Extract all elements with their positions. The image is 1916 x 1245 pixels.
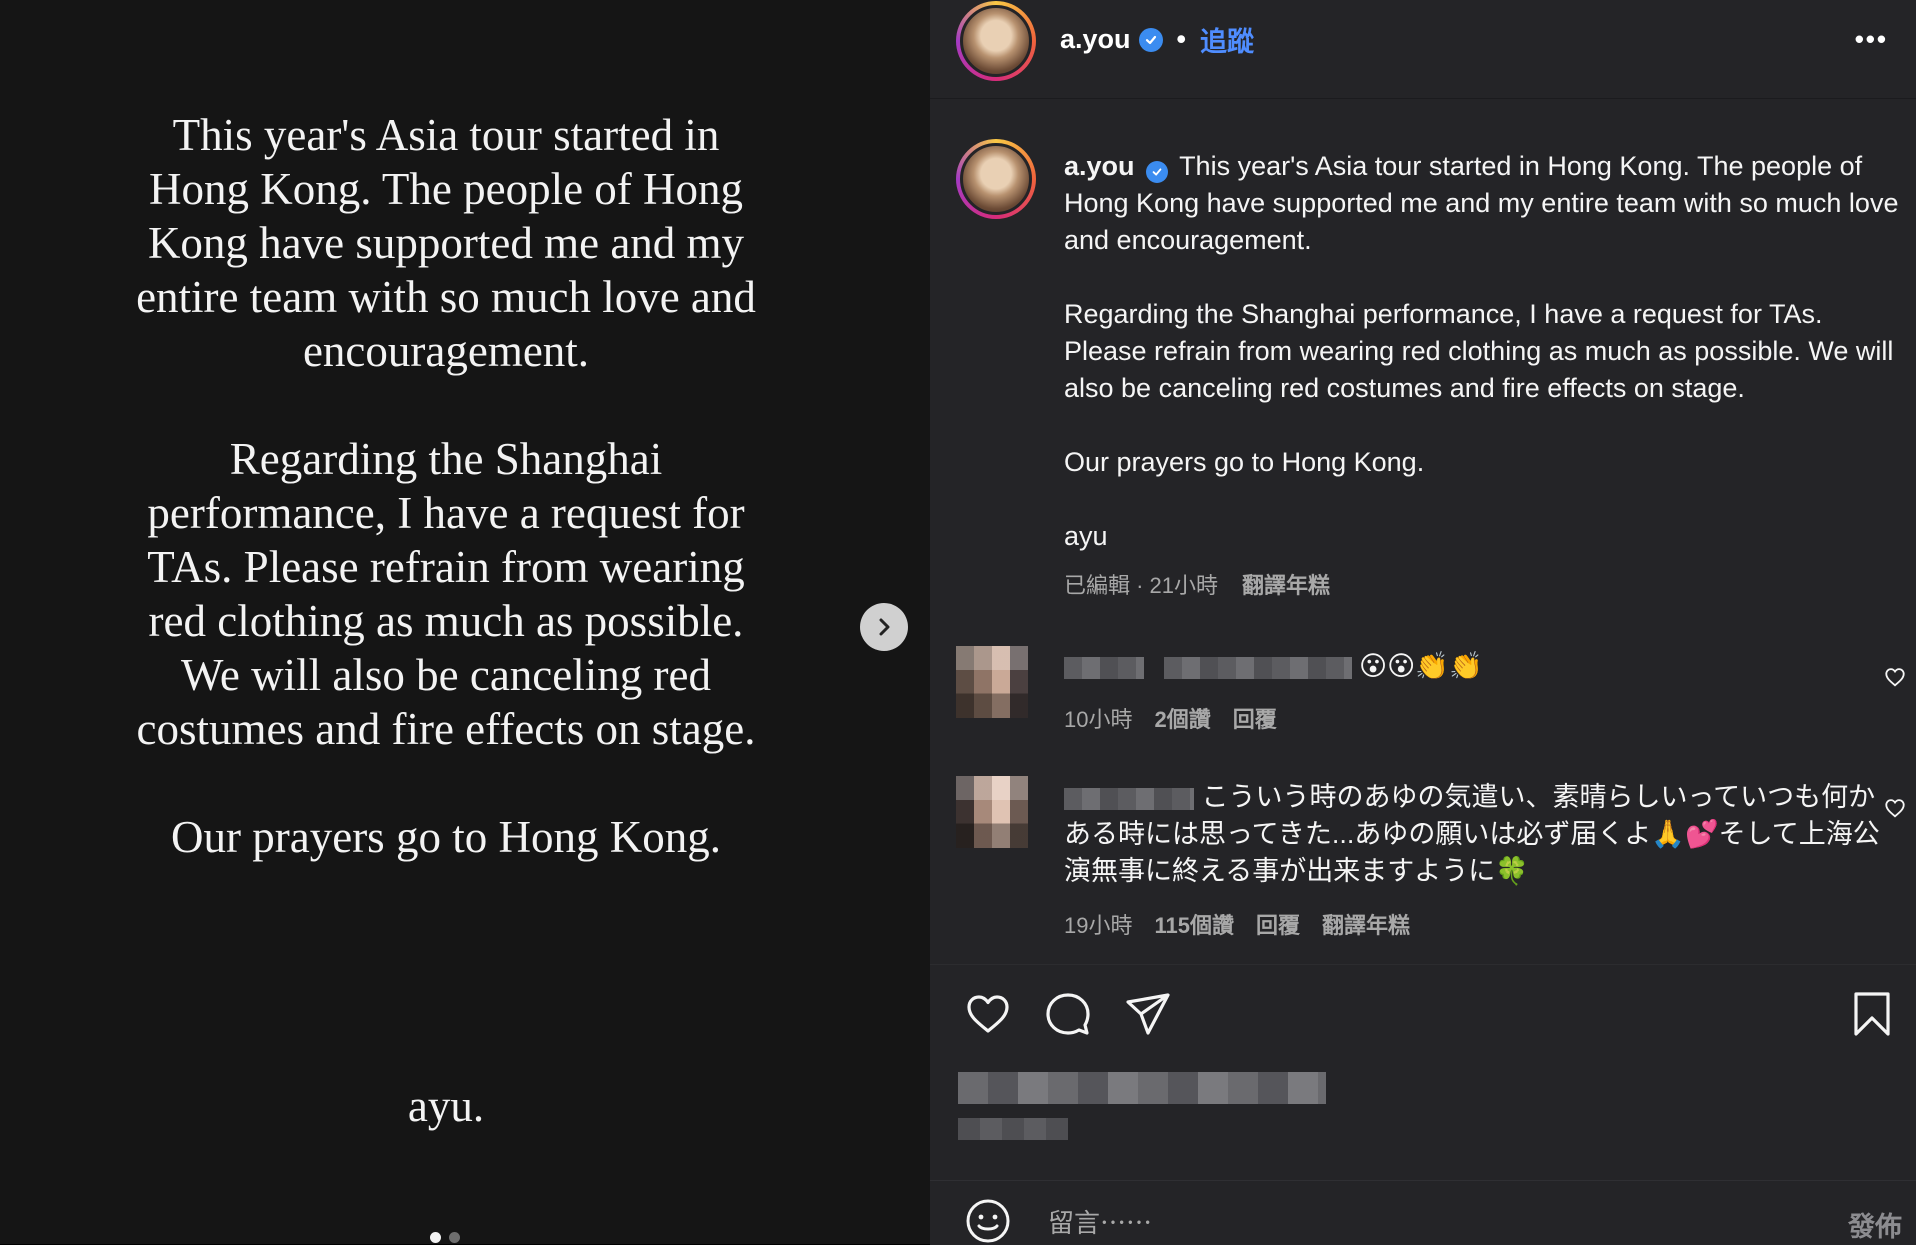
- comment-text-row: こういう時のあゆの気遣い、素晴らしいっていつも何かある時には思ってきた...あゆ…: [1064, 779, 1890, 890]
- post-image-slide: This year's Asia tour started in Hong Ko…: [0, 0, 930, 1244]
- slide-text: This year's Asia tour started in Hong Ko…: [0, 108, 892, 918]
- comment-heart-icon[interactable]: [1884, 666, 1906, 688]
- slide-signature: ayu.: [407, 1081, 485, 1131]
- caption-username[interactable]: a.you: [1064, 151, 1135, 181]
- slide-pagination: [430, 1232, 460, 1243]
- verified-badge-icon: [1146, 161, 1169, 183]
- comment-meta: 10小時 2個讚 回覆: [1064, 702, 1277, 734]
- post-header: a.you • 追蹤 •••: [930, 0, 1916, 99]
- caption-avatar[interactable]: [956, 139, 1036, 219]
- comment-text: 😮😮👏👏: [1359, 651, 1483, 681]
- caption-text: This year's Asia tour started in Hong Ko…: [1064, 151, 1899, 255]
- caption-meta: 已編輯 · 21小時 翻譯年糕: [1064, 568, 1330, 600]
- comment-likes[interactable]: 2個讚: [1154, 702, 1210, 734]
- chevron-right-icon: [879, 618, 890, 636]
- translate-button[interactable]: 翻譯年糕: [1322, 908, 1410, 940]
- comment-redacted-text: [1163, 656, 1352, 679]
- commenter-avatar[interactable]: [956, 776, 1028, 848]
- next-slide-button[interactable]: [860, 603, 908, 651]
- reply-button[interactable]: 回覆: [1233, 702, 1277, 734]
- post-comment-button[interactable]: 發佈: [1848, 1205, 1902, 1244]
- caption-paragraph: a.you This year's Asia tour started in H…: [1064, 148, 1904, 259]
- share-icon[interactable]: [1124, 990, 1172, 1038]
- more-options-icon[interactable]: •••: [1855, 24, 1888, 55]
- emoji-icon[interactable]: [964, 1197, 1012, 1245]
- comment-time: 19小時: [1064, 913, 1133, 938]
- reply-button[interactable]: 回覆: [1256, 908, 1300, 940]
- follow-button[interactable]: 追蹤: [1200, 20, 1254, 59]
- comment-likes[interactable]: 115個讚: [1154, 908, 1234, 940]
- pagination-dot-active: [430, 1232, 441, 1243]
- post-time-redacted: [958, 1118, 1068, 1140]
- comment-composer: 發佈: [930, 1180, 1916, 1245]
- post-detail-panel: a.you • 追蹤 ••• a.you This year's Asia to…: [930, 0, 1916, 1245]
- caption-paragraph: ayu: [1064, 521, 1108, 551]
- caption-paragraph: Regarding the Shanghai performance, I ha…: [1064, 299, 1894, 403]
- comment-meta: 19小時 115個讚 回覆 翻譯年糕: [1064, 908, 1410, 940]
- header-separator: •: [1176, 24, 1186, 54]
- likes-summary-redacted[interactable]: [958, 1072, 1326, 1104]
- commenter-avatar[interactable]: [956, 646, 1028, 718]
- heart-icon[interactable]: [964, 990, 1012, 1038]
- comment-text-row: 😮😮👏👏: [1064, 648, 1483, 685]
- translate-button[interactable]: 翻譯年糕: [1242, 568, 1330, 600]
- pagination-dot: [449, 1232, 460, 1243]
- author-row: a.you • 追蹤: [1060, 20, 1254, 59]
- author-avatar[interactable]: [956, 1, 1036, 81]
- bookmark-icon[interactable]: [1848, 990, 1896, 1038]
- slide-paragraph: Regarding the Shanghai performance, I ha…: [136, 434, 756, 754]
- comment-input[interactable]: [1046, 1205, 1750, 1241]
- comment-icon[interactable]: [1044, 990, 1092, 1038]
- comment-heart-icon[interactable]: [1884, 797, 1906, 819]
- slide-paragraph: This year's Asia tour started in Hong Ko…: [136, 110, 756, 376]
- commenter-username[interactable]: [1064, 787, 1194, 810]
- caption-paragraph: Our prayers go to Hong Kong.: [1064, 447, 1425, 477]
- slide-paragraph: Our prayers go to Hong Kong.: [171, 812, 721, 862]
- caption-edited-time: 已編輯 · 21小時: [1064, 573, 1219, 598]
- post-caption: a.you This year's Asia tour started in H…: [1064, 148, 1904, 592]
- comment-time: 10小時: [1064, 707, 1133, 732]
- author-username[interactable]: a.you: [1060, 24, 1131, 55]
- commenter-username[interactable]: [1064, 656, 1144, 679]
- verified-badge-icon: [1138, 27, 1163, 52]
